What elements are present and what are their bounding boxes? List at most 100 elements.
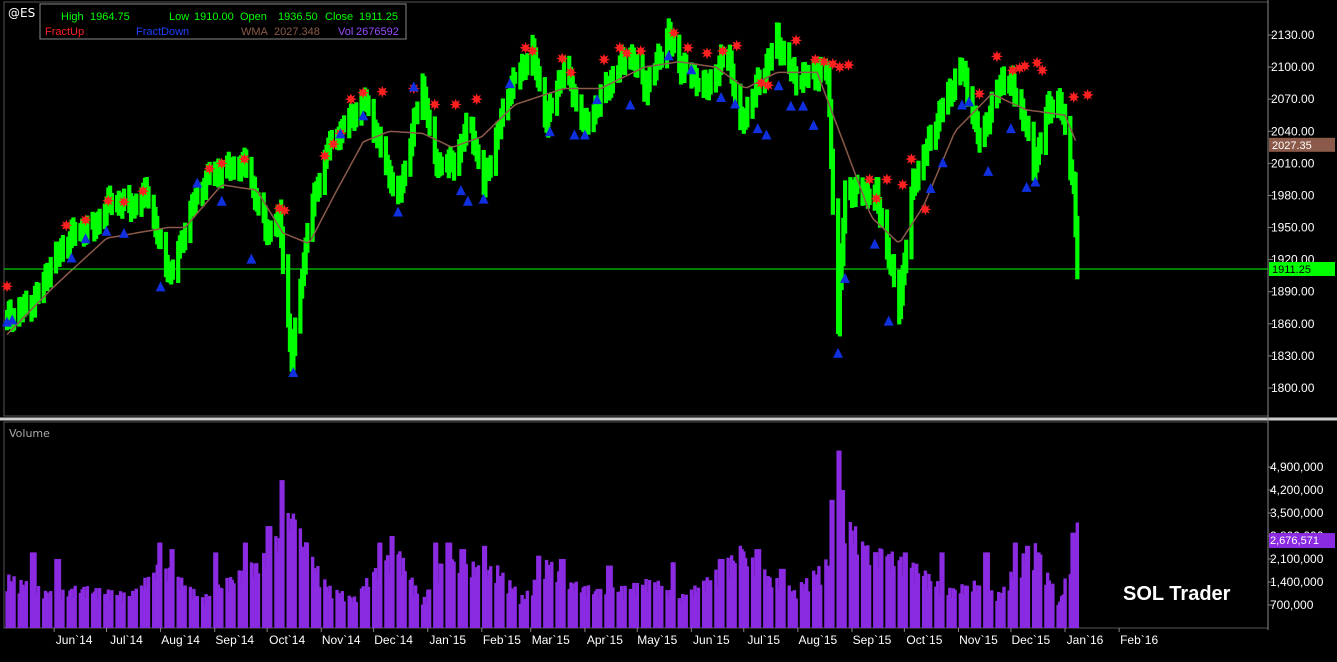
price-bar	[293, 317, 298, 357]
price-bar	[537, 66, 542, 92]
price-tick-label: 1860.00	[1271, 317, 1315, 331]
volume-tick-label: 4,200,000	[1270, 483, 1324, 497]
price-bar	[989, 91, 994, 123]
volume-bar	[574, 581, 578, 628]
volume-bar	[330, 598, 334, 628]
price-bar	[928, 124, 933, 151]
date-tick-label: Dec`14	[374, 633, 413, 647]
volume-bar	[244, 542, 248, 628]
price-tick-label: 1800.00	[1271, 381, 1315, 395]
wma-badge-text: 2027.35	[1272, 140, 1312, 152]
volume-bar	[550, 561, 554, 628]
price-bar	[146, 186, 151, 209]
volume-bar	[171, 549, 175, 628]
volume-bar	[867, 565, 872, 628]
volume-bar	[782, 568, 786, 628]
price-bar	[696, 77, 701, 93]
low-label: Low	[169, 11, 189, 23]
volume-bar	[586, 585, 591, 628]
price-bar	[60, 234, 66, 262]
price-bar	[940, 97, 945, 123]
volume-bar	[269, 526, 273, 628]
volume-badge-text: 2,676,571	[1270, 535, 1319, 547]
date-tick-label: Jan`15	[429, 633, 466, 647]
price-tick-label: 2010.00	[1271, 156, 1315, 170]
price-bar	[745, 96, 750, 128]
volume-bar	[953, 589, 957, 628]
price-bar	[158, 229, 163, 250]
volume-bar	[525, 590, 530, 628]
price-bar	[231, 156, 237, 180]
date-tick-label: Apr`15	[587, 633, 623, 647]
price-bar	[843, 180, 848, 234]
price-bar	[1050, 99, 1055, 118]
symbol-label: @ES	[8, 6, 35, 20]
close-badge-text: 1911.25	[1272, 264, 1311, 276]
price-bar	[647, 66, 652, 93]
volume-bar	[733, 563, 737, 628]
volume-bar	[220, 588, 224, 628]
price-tick-label: 2070.00	[1271, 92, 1315, 106]
close-value: 1911.25	[359, 11, 398, 23]
volume-bar	[195, 596, 200, 628]
volume-bar	[281, 480, 285, 628]
vol-label: Vol	[338, 26, 353, 38]
price-bar	[708, 69, 713, 95]
wma-value: 2027.348	[274, 26, 320, 38]
price-bar	[464, 112, 469, 146]
volume-bar	[623, 585, 627, 628]
volume-bar	[696, 587, 701, 628]
open-value: 1936.50	[278, 11, 318, 23]
volume-bar	[1026, 545, 1031, 628]
volume-bar	[293, 519, 297, 628]
price-tick-label: 1890.00	[1271, 285, 1315, 299]
volume-bar	[488, 566, 493, 628]
date-tick-label: May`15	[637, 633, 677, 647]
price-bar	[916, 160, 921, 191]
volume-bar	[391, 536, 395, 628]
date-tick-label: Aug`14	[161, 633, 200, 647]
date-tick-label: Dec`15	[1012, 633, 1051, 647]
volume-bar	[476, 565, 481, 628]
date-tick-label: Sep`15	[853, 633, 892, 647]
volume-bar	[403, 571, 407, 628]
volume-bar	[757, 549, 762, 628]
date-tick-label: Oct`14	[269, 633, 305, 647]
price-bar	[488, 155, 493, 178]
volume-tick-label: 1,400,000	[1270, 575, 1324, 589]
volume-bar	[305, 542, 310, 628]
price-bar	[794, 66, 799, 96]
price-bar	[305, 222, 310, 253]
price-bar	[403, 160, 408, 187]
chart-background	[0, 0, 1337, 662]
volume-bar	[342, 601, 346, 628]
price-bar	[635, 53, 640, 78]
price-tick-label: 2130.00	[1271, 28, 1315, 42]
volume-bar	[256, 573, 261, 628]
price-bar	[513, 72, 518, 84]
volume-bar	[440, 563, 444, 628]
volume-bar	[1075, 522, 1080, 628]
price-bar	[366, 95, 371, 117]
volume-bar	[379, 542, 383, 628]
volume-bar	[941, 552, 945, 628]
volume-bar	[110, 590, 114, 628]
volume-bar	[85, 586, 90, 628]
price-bar	[904, 239, 909, 274]
volume-bar	[770, 587, 774, 628]
price-bar	[439, 156, 444, 176]
volume-bar	[232, 583, 236, 628]
fract-down-label: FractDown	[136, 26, 189, 38]
watermark-text: SOL Trader	[1123, 583, 1231, 605]
date-tick-label: Nov`14	[322, 633, 361, 647]
volume-bar	[146, 576, 151, 628]
price-bar	[378, 126, 383, 158]
volume-tick-label: 2,100,000	[1270, 552, 1324, 566]
price-bar	[769, 42, 774, 71]
high-label: High	[61, 11, 84, 23]
price-bar	[1001, 66, 1007, 96]
volume-bar	[965, 585, 970, 628]
low-value: 1910.00	[194, 11, 234, 23]
volume-panel-title: Volume	[9, 427, 50, 440]
price-bar	[476, 144, 481, 170]
